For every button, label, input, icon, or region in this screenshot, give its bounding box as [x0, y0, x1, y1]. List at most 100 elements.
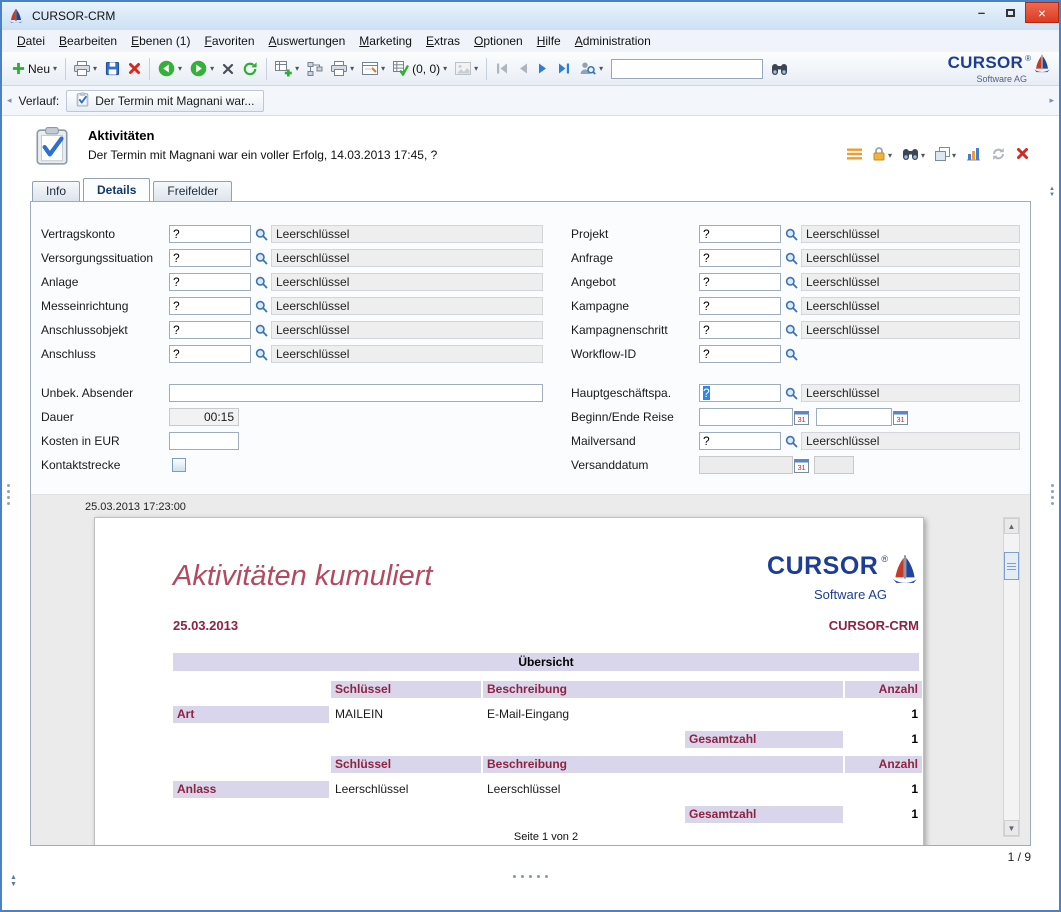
splitter-toggle[interactable]: ▲ ▼ [10, 874, 17, 888]
scroll-up-button[interactable]: ▲ [1004, 518, 1019, 534]
reise-bis-input[interactable] [816, 408, 892, 426]
left-splitter-handle[interactable] [7, 484, 10, 505]
menu-favoriten[interactable]: Favoriten [197, 32, 261, 50]
nav-previous-button[interactable] [513, 56, 533, 82]
calendar-icon[interactable]: 31 [892, 410, 909, 425]
image-button[interactable]: ▾ [451, 56, 482, 82]
new-dataset-button[interactable]: ▾ [271, 56, 303, 82]
selection-counter-button[interactable]: (0, 0) ▾ [389, 56, 451, 82]
lookup-search-icon[interactable] [251, 324, 271, 337]
tab-details[interactable]: Details [83, 178, 150, 201]
scrollbar-thumb[interactable] [1004, 552, 1019, 580]
lookup-search-icon[interactable] [781, 387, 801, 400]
lookup-search-icon[interactable] [781, 324, 801, 337]
quick-search-input[interactable] [611, 59, 763, 79]
calendar-icon[interactable]: 31 [793, 458, 810, 473]
scroll-right-icon[interactable]: ▸ [1049, 95, 1054, 106]
menu-ebenen[interactable]: Ebenen (1) [124, 32, 197, 50]
lookup-search-icon[interactable] [251, 276, 271, 289]
table-plus-icon [275, 60, 292, 77]
menu-auswertungen[interactable]: Auswertungen [262, 32, 353, 50]
lookup-search-icon[interactable] [251, 348, 271, 361]
plus-icon [12, 62, 25, 75]
workflow-id-input[interactable] [699, 345, 781, 363]
lock-button[interactable]: ▾ [872, 146, 892, 164]
app-icon [8, 7, 26, 25]
menu-datei[interactable]: Datei [10, 32, 52, 50]
projekt-input[interactable] [699, 225, 781, 243]
anschlussobjekt-input[interactable] [169, 321, 251, 339]
chart-button[interactable] [966, 147, 981, 164]
kampagne-input[interactable] [699, 297, 781, 315]
close-button[interactable]: × [1025, 2, 1059, 23]
lookup-display: Leerschlüssel [801, 225, 1020, 243]
nav-next-button[interactable] [533, 56, 553, 82]
tab-info[interactable]: Info [32, 181, 80, 201]
sync-button[interactable] [991, 147, 1006, 164]
anfrage-input[interactable] [699, 249, 781, 267]
scroll-down-button[interactable]: ▼ [1004, 820, 1019, 836]
scroll-left-icon[interactable]: ◂ [7, 95, 12, 106]
print-report-button[interactable]: ▾ [327, 56, 358, 82]
chevron-down-icon: ▾ [178, 64, 182, 73]
maximize-button[interactable] [996, 2, 1025, 23]
lookup-search-icon[interactable] [251, 300, 271, 313]
print-button[interactable]: ▾ [70, 56, 101, 82]
refresh-button[interactable] [238, 56, 262, 82]
report-scrollbar[interactable]: ▲ ▼ [1003, 517, 1020, 837]
lookup-search-icon[interactable] [781, 252, 801, 265]
forward-button[interactable]: ▾ [186, 56, 218, 82]
calendar-icon[interactable]: 31 [793, 410, 810, 425]
binoculars-icon [902, 147, 919, 164]
workflow-button[interactable] [303, 56, 327, 82]
save-button[interactable] [101, 56, 124, 82]
lookup-search-icon[interactable] [251, 228, 271, 241]
kontaktstrecke-checkbox[interactable] [172, 458, 186, 472]
angebot-input[interactable] [699, 273, 781, 291]
copy-button[interactable]: ▾ [935, 147, 956, 164]
nav-first-button[interactable] [491, 56, 513, 82]
menu-bearbeiten[interactable]: Bearbeiten [52, 32, 124, 50]
anlage-input[interactable] [169, 273, 251, 291]
menu-administration[interactable]: Administration [568, 32, 658, 50]
panel-collapse-toggle[interactable]: ▲ ▼ [1049, 186, 1055, 198]
cancel-button[interactable] [218, 56, 238, 82]
lookup-search-icon[interactable] [781, 300, 801, 313]
menu-marketing[interactable]: Marketing [352, 32, 419, 50]
minimize-button[interactable]: – [967, 2, 996, 23]
kampagnenschritt-input[interactable] [699, 321, 781, 339]
unbek-absender-input[interactable] [169, 384, 543, 402]
delete-button[interactable] [124, 56, 145, 82]
tab-freifelder[interactable]: Freifelder [153, 181, 232, 201]
lookup-search-icon[interactable] [251, 252, 271, 265]
lookup-search-icon[interactable] [781, 435, 801, 448]
person-search-button[interactable]: ▾ [575, 56, 607, 82]
splitter-handle[interactable] [30, 866, 1031, 878]
lookup-search-icon[interactable] [781, 348, 801, 361]
lookup-search-icon[interactable] [781, 228, 801, 241]
close-record-button[interactable] [1016, 147, 1029, 163]
lookup-search-icon[interactable] [781, 276, 801, 289]
new-button[interactable]: Neu ▾ [8, 56, 61, 82]
search-button[interactable] [767, 56, 792, 82]
right-splitter-handle[interactable] [1051, 484, 1054, 505]
mailversand-input[interactable] [699, 432, 781, 450]
menu-hilfe[interactable]: Hilfe [530, 32, 568, 50]
lookup-display: Leerschlüssel [801, 297, 1020, 315]
back-button[interactable]: ▾ [154, 56, 186, 82]
versorgungssituation-input[interactable] [169, 249, 251, 267]
history-item[interactable]: Der Termin mit Magnani war... [66, 90, 264, 112]
list-menu-button[interactable] [847, 148, 862, 163]
reise-von-input[interactable] [699, 408, 793, 426]
anschluss-input[interactable] [169, 345, 251, 363]
menu-extras[interactable]: Extras [419, 32, 467, 50]
messeinrichtung-input[interactable] [169, 297, 251, 315]
close-icon: × [1038, 5, 1046, 21]
kosten-input[interactable] [169, 432, 239, 450]
record-search-button[interactable]: ▾ [902, 147, 925, 164]
edit-mask-button[interactable]: ▾ [358, 56, 389, 82]
menu-optionen[interactable]: Optionen [467, 32, 530, 50]
hauptgeschaeftspartner-input[interactable]: ? [699, 384, 781, 402]
vertragskonto-input[interactable] [169, 225, 251, 243]
nav-last-button[interactable] [553, 56, 575, 82]
